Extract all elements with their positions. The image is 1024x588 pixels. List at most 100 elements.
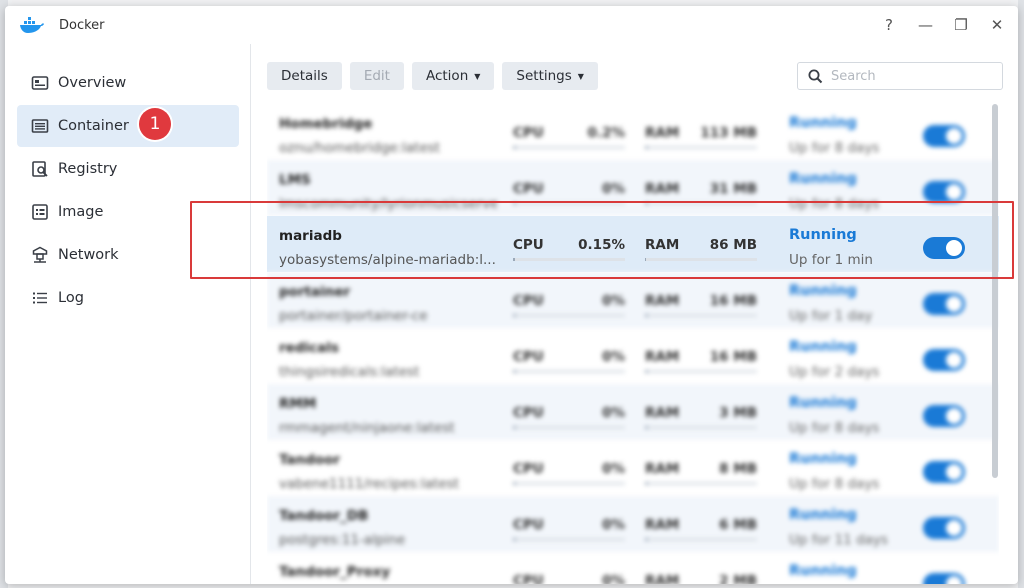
ram-value: 86 MB [709,237,757,253]
help-icon[interactable]: ? [882,16,896,34]
sidebar-item-registry[interactable]: Registry [17,148,239,190]
search-input[interactable] [831,68,991,84]
ram-label: RAM [645,461,680,477]
container-row[interactable]: RMM rmmagent/ninjaone:latest CPU 0% RAM 3 MB R… [267,384,999,440]
status-text: Running [789,115,857,131]
caret-down-icon: ▼ [474,71,481,81]
settings-button[interactable]: Settings ▼ [502,62,598,90]
run-toggle[interactable] [923,181,965,203]
ram-usage-fill [645,314,649,317]
run-toggle[interactable] [923,125,965,147]
container-row[interactable]: mariadb yobasystems/alpine-mariadb:l... CP… [267,216,999,272]
cpu-label: CPU [513,125,544,141]
container-image: portainer/portainer-ce [279,308,428,324]
container-name: RMM [279,396,317,412]
cpu-label: CPU [513,405,544,421]
run-toggle[interactable] [923,461,965,483]
cpu-usage-bar [513,314,625,317]
search-icon [808,69,823,83]
action-button-label: Action [425,68,469,84]
status-text: Running [789,451,857,467]
cpu-value: 0% [602,293,625,309]
cpu-label: CPU [513,237,544,253]
cpu-label: CPU [513,349,544,365]
container-name: redicals [279,340,339,356]
container-image: yobasystems/alpine-mariadb:l... [279,252,496,268]
status-text: Running [789,563,857,579]
run-toggle[interactable] [923,573,965,584]
cpu-label: CPU [513,517,544,533]
container-name: portainer [279,284,351,300]
container-row[interactable]: Homebridge oznu/homebridge:latest CPU 0.2% R… [267,104,999,160]
search-box[interactable] [797,62,1003,90]
maximize-icon[interactable]: ❐ [954,16,968,34]
status-text: Running [789,395,857,411]
title-bar[interactable]: Docker ? — ❐ ✕ [5,6,1018,44]
close-icon[interactable]: ✕ [990,16,1004,34]
sidebar-item-log[interactable]: Log [17,277,239,319]
status-text: Running [789,339,857,355]
run-toggle[interactable] [923,293,965,315]
ram-usage-fill [645,426,649,429]
uptime-text: Up for 8 days [789,420,880,436]
container-image: thingsiredicals:latest [279,364,420,380]
container-row[interactable]: portainer portainer/portainer-ce CPU 0% RAM 1… [267,272,999,328]
ram-usage-fill [645,258,647,261]
sidebar-item-label: Registry [58,161,118,177]
details-button[interactable]: Details [267,62,342,90]
container-row[interactable]: Tandoor_DB postgres:11-alpine CPU 0% RAM 6 MB… [267,496,999,552]
sidebar-item-overview[interactable]: Overview [17,62,239,104]
overview-icon [31,76,49,90]
container-icon [31,119,49,133]
status-text: Running [789,283,857,299]
container-row[interactable]: LMS lmscommunity/lyrionmusicserver CPU 0% RA… [267,160,999,216]
container-row[interactable]: Tandoor_Proxynginx:mainline-alpineCPU0%R… [267,552,999,584]
container-name: Tandoor_Proxy [279,564,391,580]
ram-label: RAM [645,405,680,421]
uptime-text: Up for 1 day [789,308,873,324]
cpu-value: 0% [602,573,625,584]
cpu-value: 0.15% [578,237,625,253]
log-icon [33,292,47,304]
container-image: rmmagent/ninjaone:latest [279,420,455,436]
cpu-value: 0% [602,349,625,365]
sidebar-item-image[interactable]: Image [17,191,239,233]
cpu-usage-fill [513,146,517,149]
ram-value: 6 MB [719,517,757,533]
status-text: Running [789,227,857,243]
ram-label: RAM [645,293,680,309]
registry-icon [32,161,48,177]
sidebar-item-container[interactable]: Container [17,105,239,147]
edit-button[interactable]: Edit [349,62,404,90]
ram-usage-fill [645,202,649,205]
uptime-text: Up for 8 days [789,140,880,156]
sidebar-item-network[interactable]: Network [17,234,239,276]
cpu-value: 0% [602,405,625,421]
sidebar-item-label: Overview [58,75,127,91]
caret-down-icon: ▼ [577,71,584,81]
cpu-label: CPU [513,293,544,309]
ram-usage-fill [645,370,649,373]
scrollbar[interactable] [992,104,998,478]
ram-usage-bar [645,202,757,205]
container-name: Tandoor_DB [279,508,369,524]
network-icon [32,246,48,263]
container-row[interactable]: redicals thingsiredicals:latest CPU 0% RAM 16… [267,328,999,384]
container-image: oznu/homebridge:latest [279,140,441,156]
uptime-text: Up for 1 min [789,252,873,268]
cpu-usage-bar [513,258,625,261]
container-list: Homebridge oznu/homebridge:latest CPU 0.2% R… [267,96,999,584]
minimize-icon[interactable]: — [918,16,933,34]
ram-value: 113 MB [700,125,757,141]
cpu-value: 0% [602,517,625,533]
run-toggle[interactable] [923,517,965,539]
container-image: lmscommunity/lyrionmusicserver [279,196,497,212]
container-row[interactable]: Tandoor vabene1111/recipes:latest CPU 0% RAM… [267,440,999,496]
cpu-usage-bar [513,538,625,541]
run-toggle[interactable] [923,405,965,427]
cpu-usage-fill [513,370,517,373]
cpu-usage-fill [513,314,517,317]
run-toggle[interactable] [923,237,965,259]
action-button[interactable]: Action ▼ [411,62,495,90]
run-toggle[interactable] [923,349,965,371]
